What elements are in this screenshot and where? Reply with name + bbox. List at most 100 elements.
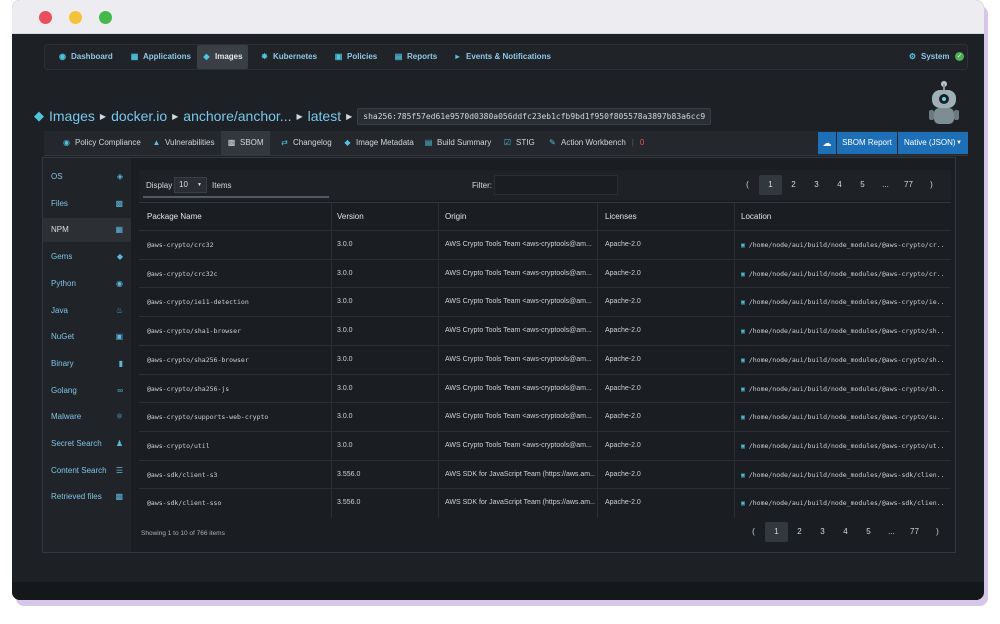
col-package-name[interactable]: Package Name (147, 203, 202, 230)
tab-action-workbench[interactable]: ✎ Action Workbench | 0 (542, 131, 650, 155)
cloud-download-icon[interactable]: ☁ (818, 132, 836, 154)
table-row[interactable]: @aws-crypto/supports-web-crypto 3.0.0 AWS … (139, 402, 951, 431)
pager-page[interactable]: 5 (851, 175, 874, 195)
copy-icon[interactable]: ▣ (741, 270, 749, 278)
breadcrumb-images[interactable]: Images (49, 108, 95, 124)
pager-page[interactable]: 77 (903, 522, 926, 542)
sidebar-item-python[interactable]: Python ◉ (43, 272, 131, 296)
pager-prev[interactable]: ( (742, 522, 765, 542)
table-row[interactable]: @aws-crypto/crc32 3.0.0 AWS Crypto Tools T… (139, 230, 951, 259)
package-name: @aws-crypto/crc32c (147, 269, 218, 278)
nav-policies[interactable]: ▣ Policies (329, 45, 382, 69)
package-version: 3.0.0 (337, 269, 353, 277)
close-window-button[interactable] (39, 11, 52, 24)
tab-build-summary[interactable]: ▤ Build Summary (418, 131, 497, 155)
tab-sbom[interactable]: ▩ SBOM (221, 131, 270, 155)
breadcrumb-registry[interactable]: docker.io (111, 108, 167, 124)
nav-applications[interactable]: ▦ Applications (125, 45, 196, 69)
file-icon: ▩ (115, 198, 123, 208)
sidebar-item-npm[interactable]: NPM ▦ (43, 218, 131, 243)
pager-next[interactable]: ) (926, 522, 949, 542)
sidebar-item-os[interactable]: OS ◈ (43, 165, 131, 189)
table-row[interactable]: @aws-sdk/client-s3 3.556.0 AWS SDK for Jav… (139, 459, 951, 489)
copy-icon[interactable]: ▣ (741, 241, 749, 249)
copy-icon[interactable]: ▣ (741, 413, 749, 421)
package-version: 3.556.0 (337, 470, 361, 478)
package-version: 3.0.0 (337, 413, 353, 421)
breadcrumb-tag[interactable]: latest (308, 108, 341, 124)
filter-input[interactable] (494, 175, 618, 195)
tab-vulnerabilities[interactable]: ▲ Vulnerabilities (146, 131, 221, 155)
package-version: 3.556.0 (337, 499, 361, 507)
sidebar-item-files[interactable]: Files ▩ (43, 192, 131, 216)
nav-events[interactable]: ▸ Events & Notifications (448, 45, 556, 69)
col-version[interactable]: Version (337, 203, 364, 230)
pager-page[interactable]: 2 (782, 175, 805, 195)
table-row[interactable]: @aws-crypto/sha256-js 3.0.0 AWS Crypto Too… (139, 373, 951, 403)
sidebar-item-binary[interactable]: Binary ▮ (43, 352, 131, 376)
sidebar-item-secret-search[interactable]: Secret Search ♟ (43, 432, 131, 456)
sidebar-item-java[interactable]: Java ♨ (43, 299, 131, 323)
col-origin[interactable]: Origin (445, 203, 466, 230)
megaphone-icon: ▸ (455, 52, 460, 61)
copy-icon[interactable]: ▣ (741, 471, 749, 479)
package-origin: AWS SDK for JavaScript Team (https://aws… (445, 470, 595, 478)
status-ok-icon: ✓ (955, 52, 964, 61)
pager-page[interactable]: 1 (765, 522, 788, 542)
gem-icon: ◆ (116, 252, 123, 262)
tab-stig[interactable]: ☑ STIG (497, 131, 541, 155)
copy-icon[interactable]: ▣ (741, 356, 749, 364)
sbom-report-button[interactable]: SBOM Report (837, 132, 897, 154)
package-origin: AWS Crypto Tools Team <aws-cryptools@am.… (445, 241, 592, 248)
package-license: Apache-2.0 (605, 499, 641, 507)
pager-page[interactable]: 2 (788, 522, 811, 542)
tab-changelog[interactable]: ⇄ Changelog (274, 131, 338, 155)
sidebar-item-retrieved-files[interactable]: Retrieved files ▩ (43, 485, 131, 509)
page-size-select[interactable]: 10 ▼ (174, 177, 207, 193)
table-row[interactable]: @aws-sdk/client-sso 3.556.0 AWS SDK for Ja… (139, 488, 951, 517)
minimize-window-button[interactable] (69, 11, 82, 24)
table-row[interactable]: @aws-crypto/sha256-browser 3.0.0 AWS Crypt… (139, 344, 951, 374)
table-row[interactable]: @aws-crypto/crc32c 3.0.0 AWS Crypto Tools … (139, 258, 951, 288)
copy-icon[interactable]: ▣ (741, 327, 749, 335)
table-row[interactable]: @aws-crypto/sha1-browser 3.0.0 AWS Crypto … (139, 316, 951, 345)
nav-kubernetes[interactable]: ✸ Kubernetes (255, 45, 322, 69)
copy-icon[interactable]: ▣ (741, 499, 749, 507)
nav-reports[interactable]: ▤ Reports (389, 45, 442, 69)
nav-images[interactable]: ◆ Images (197, 45, 248, 69)
nav-dashboard[interactable]: ◉ Dashboard (53, 45, 118, 69)
tab-policy-compliance[interactable]: ◉ Policy Compliance (56, 131, 147, 155)
col-location[interactable]: Location (741, 203, 771, 230)
package-name: @aws-sdk/client-sso (147, 499, 222, 508)
breadcrumb-repo[interactable]: anchore/anchor... (183, 108, 291, 124)
sidebar-item-content-search[interactable]: Content Search ☰ (43, 459, 131, 483)
pager-page[interactable]: 77 (897, 175, 920, 195)
maximize-window-button[interactable] (99, 11, 112, 24)
package-license: Apache-2.0 (605, 327, 641, 335)
package-version: 3.0.0 (337, 298, 353, 306)
format-dropdown[interactable]: Native (JSON) ▼ (898, 132, 968, 154)
col-licenses[interactable]: Licenses (605, 203, 637, 230)
nav-system[interactable]: ⚙ System (903, 45, 954, 69)
pager-next[interactable]: ) (920, 175, 943, 195)
pager-page[interactable]: 4 (828, 175, 851, 195)
pager-page[interactable]: 5 (857, 522, 880, 542)
sidebar-item-malware[interactable]: Malware ⚛ (43, 405, 131, 429)
sidebar-item-golang[interactable]: Golang ∞ (43, 379, 131, 403)
pager-page[interactable]: 3 (805, 175, 828, 195)
package-license: Apache-2.0 (605, 269, 641, 277)
package-version: 3.0.0 (337, 241, 353, 248)
copy-icon[interactable]: ▣ (741, 385, 749, 393)
copy-icon[interactable]: ▣ (741, 442, 749, 450)
pager-prev[interactable]: ( (736, 175, 759, 195)
table-row[interactable]: @aws-crypto/ie11-detection 3.0.0 AWS Crypt… (139, 287, 951, 316)
pager-page[interactable]: 3 (811, 522, 834, 542)
pager-page[interactable]: 1 (759, 175, 782, 195)
sidebar-item-gems[interactable]: Gems ◆ (43, 245, 131, 269)
table-row[interactable]: @aws-crypto/util 3.0.0 AWS Crypto Tools Te… (139, 430, 951, 460)
pager-page[interactable]: 4 (834, 522, 857, 542)
sbom-table-area: Display 10 ▼ Items Filter: (1 2 3 4 5... 77) P… (139, 170, 951, 545)
copy-icon[interactable]: ▣ (741, 298, 749, 306)
sidebar-item-nuget[interactable]: NuGet ▣ (43, 325, 131, 349)
tab-image-metadata[interactable]: ◆ Image Metadata (337, 131, 420, 155)
